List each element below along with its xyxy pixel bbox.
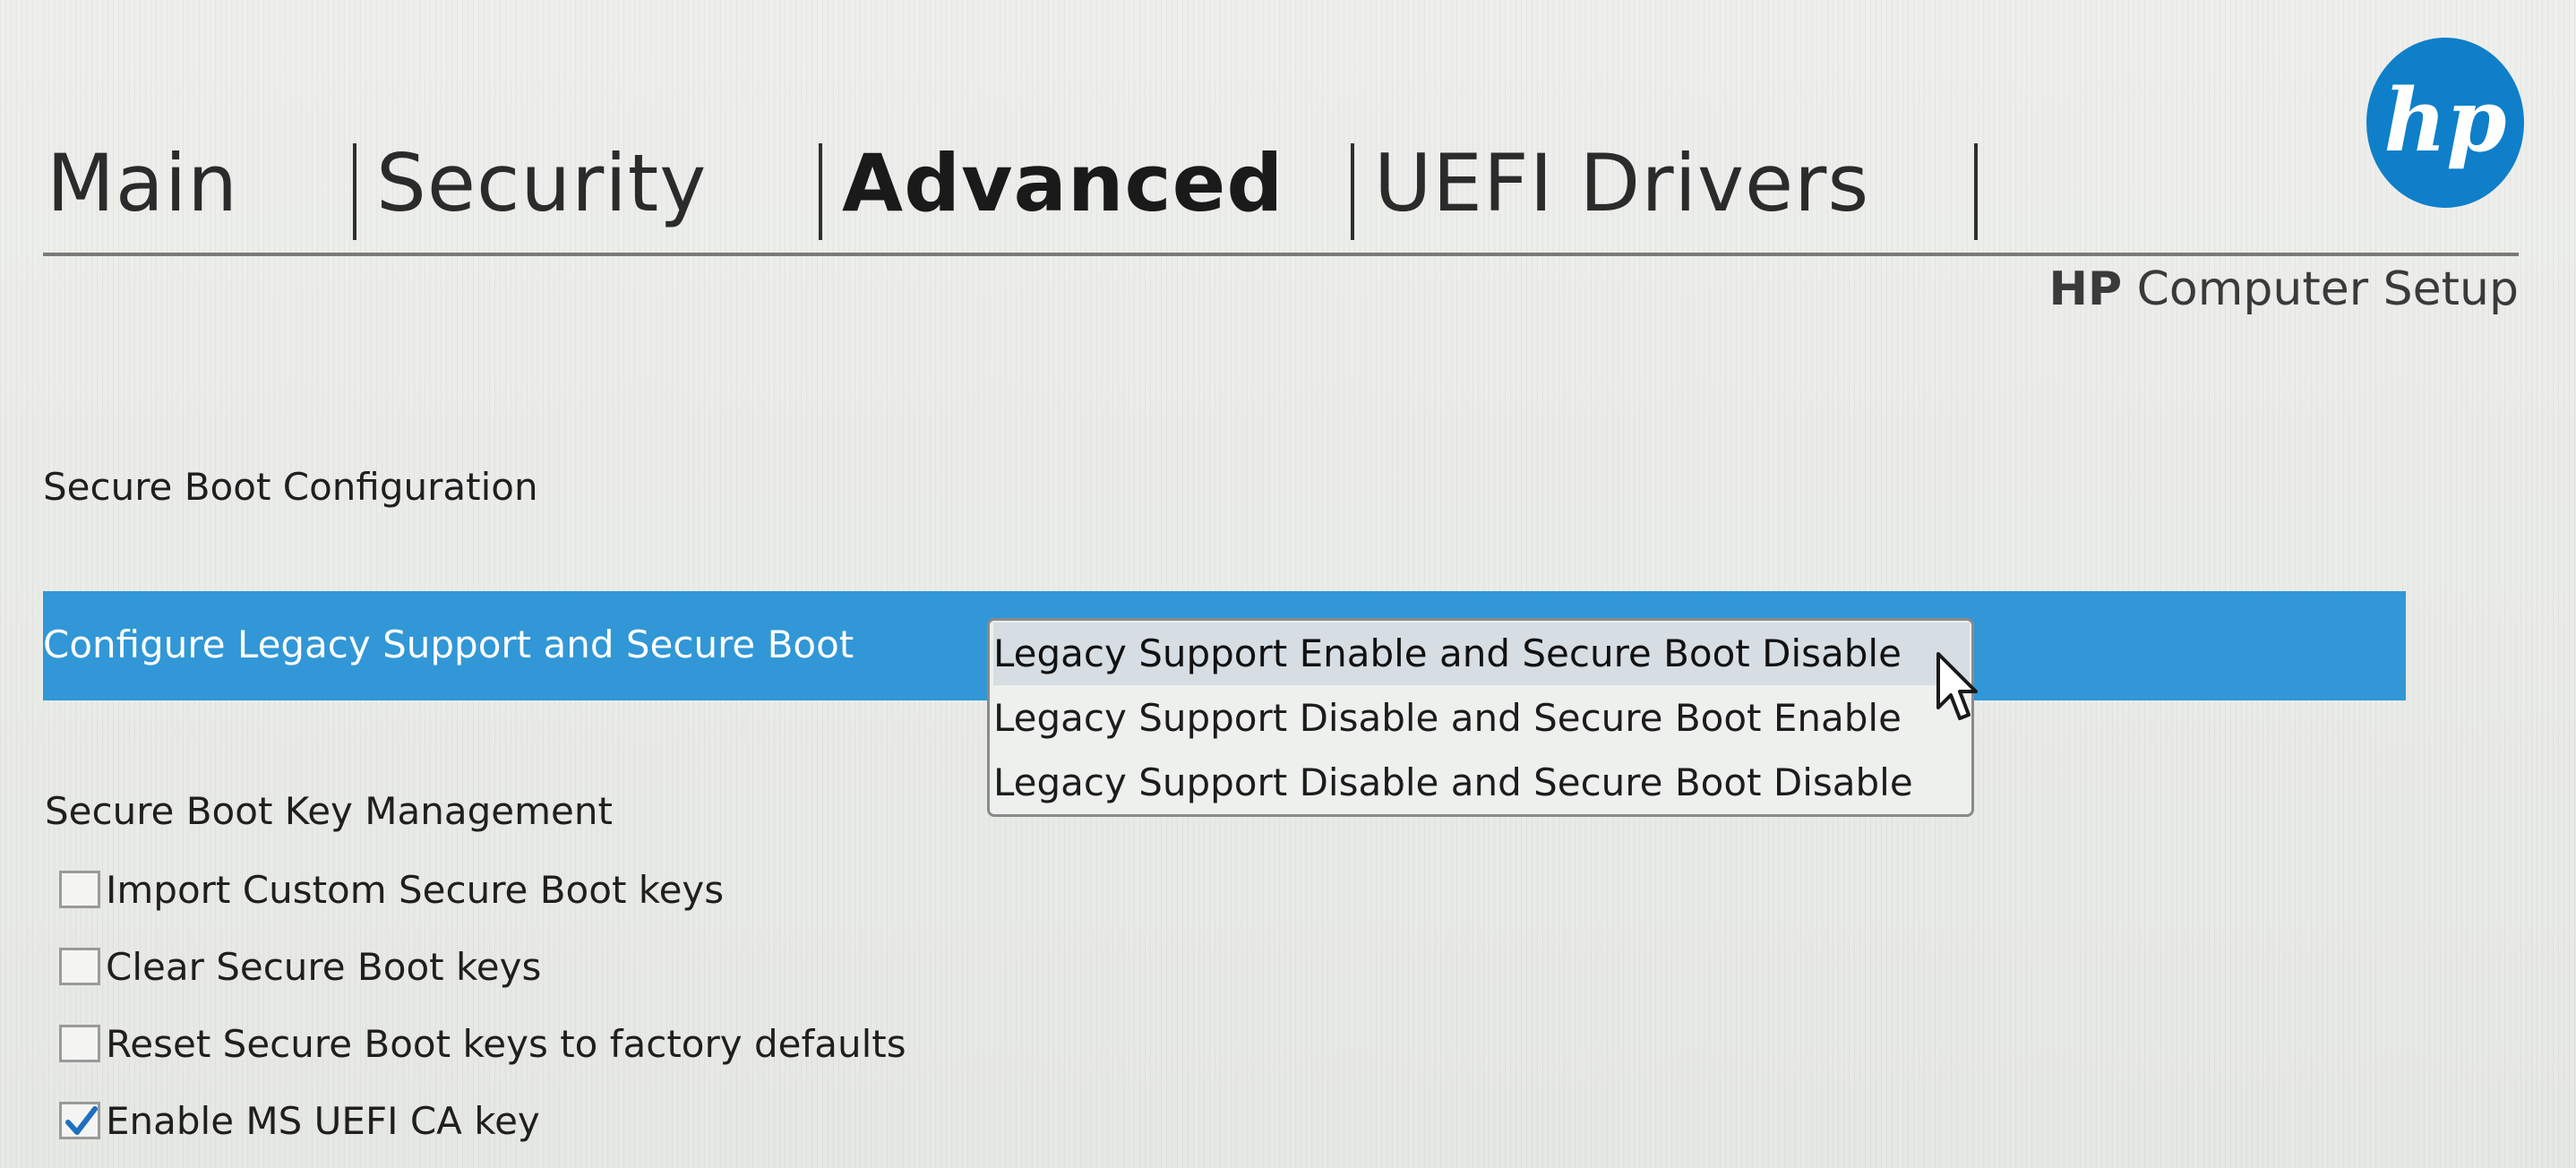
key-management-title: Secure Boot Key Management xyxy=(45,789,613,833)
dropdown-option[interactable]: Legacy Support Disable and Secure Boot E… xyxy=(993,687,1970,750)
tab-uefi-drivers[interactable]: UEFI Drivers xyxy=(1374,134,1869,233)
tab-bar-underline xyxy=(43,253,2519,256)
checkbox-label: Enable MS UEFI CA key xyxy=(106,1099,540,1143)
checkbox[interactable] xyxy=(59,871,100,908)
dropdown-option[interactable]: Legacy Support Disable and Secure Boot D… xyxy=(993,751,1970,814)
product-name: HP Computer Setup xyxy=(2048,258,2519,321)
legacy-secure-boot-dropdown[interactable]: Legacy Support Enable and Secure Boot Di… xyxy=(987,618,1974,817)
section-title: Secure Boot Configuration xyxy=(43,465,538,509)
tab-advanced[interactable]: Advanced xyxy=(842,134,1284,233)
checkmark-icon xyxy=(65,1106,98,1135)
checkbox-label: Import Custom Secure Boot keys xyxy=(106,868,725,912)
dropdown-option[interactable]: Legacy Support Enable and Secure Boot Di… xyxy=(993,623,1970,685)
tab-separator xyxy=(819,143,822,240)
tab-main[interactable]: Main xyxy=(47,134,238,233)
product-title: Computer Setup xyxy=(2122,262,2519,316)
hp-logo-icon: hp xyxy=(2366,38,2524,208)
checkbox-label: Reset Secure Boot keys to factory defaul… xyxy=(106,1022,906,1066)
tab-security[interactable]: Security xyxy=(376,134,707,233)
product-brand: HP xyxy=(2048,262,2123,316)
mouse-pointer-icon xyxy=(1936,652,1978,720)
setting-label: Configure Legacy Support and Secure Boot xyxy=(43,623,854,666)
checkbox[interactable] xyxy=(59,1025,100,1062)
checkbox-checked[interactable] xyxy=(59,1102,100,1139)
checkbox[interactable] xyxy=(59,948,100,985)
hp-logo-text: hp xyxy=(2384,70,2507,171)
tab-separator xyxy=(1351,143,1354,240)
tab-separator xyxy=(1974,143,1978,240)
checkbox-label: Clear Secure Boot keys xyxy=(106,945,542,989)
tab-separator xyxy=(353,143,356,240)
bios-screen: Main Security Advanced UEFI Drivers hp H… xyxy=(0,0,2576,1168)
